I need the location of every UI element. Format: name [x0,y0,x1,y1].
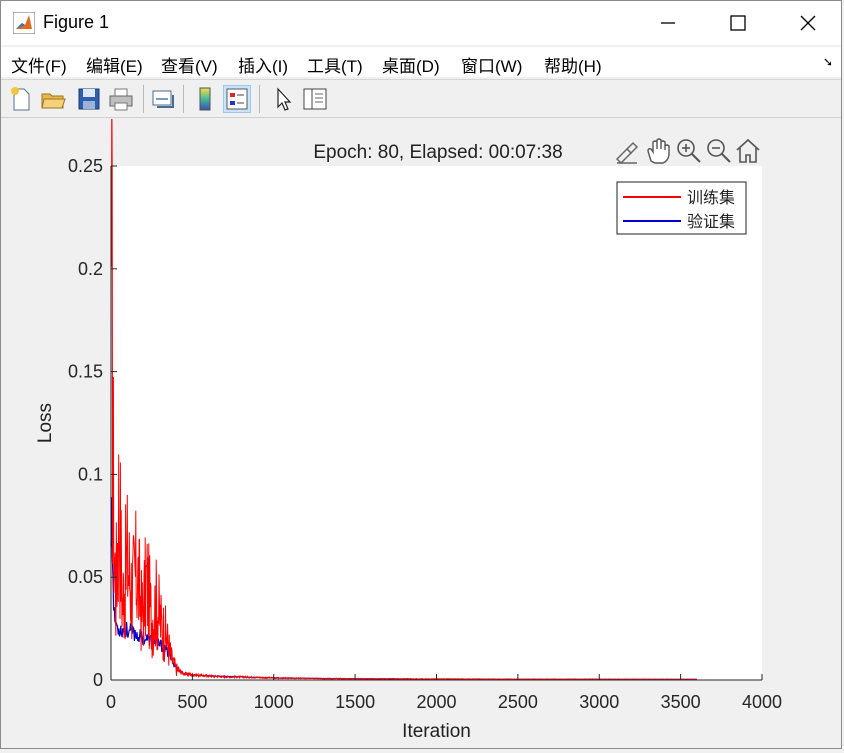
legend-label-validation: 验证集 [687,213,735,231]
x-tick-label: 2500 [498,692,538,712]
save-icon [78,88,100,110]
loss-chart: 0 500 1000 1500 2000 2500 3000 3500 4000 0 0.05 0.1… [35,82,782,742]
x-tick-label: 1000 [254,692,294,712]
dock-arrow-icon[interactable]: ➘ [823,55,833,69]
window-title: Figure 1 [43,12,110,32]
menu-tools[interactable]: 工具(T) [307,52,363,77]
brush-icon[interactable] [615,141,639,165]
zoom-in-icon[interactable] [677,139,701,163]
legend-label-train: 训练集 [687,189,735,207]
axes-toolbar [615,138,760,165]
close-icon [800,15,816,31]
maximize-icon [730,15,746,31]
property-inspector-button[interactable] [301,85,329,113]
x-tick-label: 2000 [416,692,456,712]
toolbar-separator [259,85,260,113]
edit-plot-icon [277,87,292,111]
insert-colorbar-icon [199,87,211,111]
plot-area[interactable] [111,166,762,680]
legend[interactable]: 训练集 验证集 [616,181,747,235]
menu-view[interactable]: 查看(V) [161,52,218,77]
insert-legend-button[interactable] [223,85,251,113]
y-axis-label: Loss [35,403,56,443]
toolbar-separator [143,85,144,113]
x-tick-label: 1500 [335,692,375,712]
maximize-button[interactable] [703,1,773,45]
x-tick-label: 3500 [661,692,701,712]
open-file-button[interactable] [39,85,67,113]
zoom-out-icon[interactable] [707,139,731,163]
link-plot-icon [152,90,174,108]
title-bar[interactable]: Figure 1 [1,1,841,45]
menu-file[interactable]: 文件(F) [11,52,67,77]
figure-window: Figure 1 文件(F) 编辑(E) 查看(V) 插入(I) 工具(T) 桌… [0,0,842,749]
save-button[interactable] [75,85,103,113]
open-file-icon [41,93,66,109]
edit-plot-button[interactable] [269,85,297,113]
matlab-logo-icon [13,12,35,34]
toolbar-separator [183,85,184,113]
y-tick-label: 0.2 [78,259,103,279]
print-icon [109,88,133,111]
x-axis-label: Iteration [402,721,471,742]
x-tick-label: 500 [177,692,207,712]
y-tick-label: 0.1 [78,464,103,484]
property-inspector-icon [303,88,327,110]
new-figure-icon [11,87,30,111]
x-tick-label: 3000 [579,692,619,712]
menu-divider [1,79,841,80]
x-tick-label: 4000 [742,692,782,712]
minimize-icon [661,22,675,24]
menu-window[interactable]: 窗口(W) [461,52,522,77]
link-plot-button[interactable] [149,85,177,113]
y-tick-label: 0.05 [68,567,103,587]
print-button[interactable] [107,85,135,113]
chart-title: Epoch: 80, Elapsed: 00:07:38 [313,142,562,163]
menu-desktop[interactable]: 桌面(D) [382,52,440,77]
close-button[interactable] [773,1,843,45]
figure-toolbar [1,81,841,118]
insert-colorbar-button[interactable] [191,85,219,113]
y-tick-label: 0.25 [68,156,103,176]
menu-help[interactable]: 帮助(H) [544,52,602,77]
figure-canvas: 0 500 1000 1500 2000 2500 3000 3500 4000 0 0.05 0.1… [3,82,841,748]
menu-edit[interactable]: 编辑(E) [86,52,143,77]
y-tick-label: 0.15 [68,362,103,382]
menu-bar: 文件(F) 编辑(E) 查看(V) 插入(I) 工具(T) 桌面(D) 窗口(W… [1,47,841,77]
pan-icon[interactable] [647,138,670,164]
home-icon[interactable] [736,138,760,163]
menu-insert[interactable]: 插入(I) [238,52,288,77]
minimize-button[interactable] [633,1,703,45]
x-tick-label: 0 [106,692,116,712]
insert-legend-icon [226,88,248,110]
y-tick-label: 0 [93,670,103,690]
new-figure-button[interactable] [7,85,35,113]
